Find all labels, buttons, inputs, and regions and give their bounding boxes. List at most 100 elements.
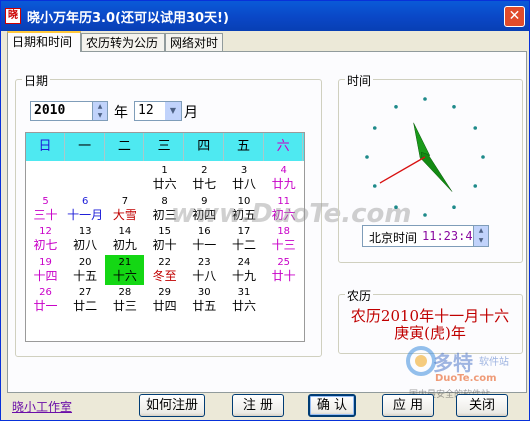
tab-network-sync[interactable]: 网络对时: [165, 33, 223, 51]
day-number: 19: [39, 256, 52, 268]
calendar-day[interactable]: 26 廿一: [26, 285, 65, 315]
clock-tick: [394, 104, 398, 109]
clock-tick: [394, 205, 398, 210]
calendar-day[interactable]: 13 初八: [66, 224, 105, 254]
weekday-header: 日一二三四五六: [26, 133, 304, 161]
calendar-day[interactable]: 27 廿二: [66, 285, 105, 315]
apply-button[interactable]: 应 用: [382, 394, 434, 417]
clock-second-hand: [379, 156, 426, 184]
lunar-day: 大雪: [112, 207, 137, 222]
day-number: 30: [197, 287, 211, 298]
lunar-day: 三十: [33, 207, 58, 222]
calendar-day[interactable]: 4 廿九: [264, 163, 303, 193]
calendar-day[interactable]: 21 十六: [105, 254, 145, 285]
calendar-day[interactable]: 5 三十: [26, 194, 65, 224]
time-value: 11:23:40: [422, 229, 480, 243]
lunar-group-label: 农历: [345, 287, 374, 304]
calendar-day[interactable]: 14 初九: [105, 224, 144, 254]
day-number: 22: [158, 256, 171, 268]
calendar-day[interactable]: 2 廿七: [185, 163, 224, 193]
lunar-day: 十一: [192, 238, 217, 252]
day-number: 2: [201, 165, 208, 176]
calendar-day[interactable]: 20 十五: [66, 255, 105, 285]
clock-tick: [372, 126, 377, 130]
lunar-day: 十五: [73, 268, 98, 283]
analog-clock: [365, 97, 485, 217]
lunar-day: 廿五: [192, 299, 217, 313]
studio-link[interactable]: 晓小工作室: [12, 398, 72, 415]
weekday-2: 二: [105, 133, 145, 161]
lunar-year-line: 庚寅(虎)年: [394, 324, 466, 342]
clock-tick: [481, 155, 485, 159]
calendar-day[interactable]: 1 廿六: [145, 163, 184, 193]
calendar-grid: 日一二三四五六 1 廿六 2 廿七 3 廿八 4 廿九 5 三十 6 十一月 7 大雪 8 初三 9 初四 10 初五…: [25, 132, 305, 342]
lunar-day: 初七: [33, 238, 58, 252]
calendar-day[interactable]: 6 十一月: [66, 194, 105, 224]
how-to-register-button[interactable]: 如何注册: [139, 394, 205, 417]
lunar-day: 廿十: [271, 268, 296, 283]
time-label: 北京时间: [369, 231, 418, 245]
lunar-day: 十九: [231, 268, 256, 283]
time-down-icon[interactable]: ▼: [473, 236, 488, 246]
year-up-icon[interactable]: ▲: [92, 102, 107, 111]
clock-tick: [372, 184, 377, 188]
day-number: 24: [237, 256, 251, 268]
calendar-day[interactable]: 23 十八: [185, 255, 224, 285]
app-window: 晓 晓小万年历3.0(还可以试用30天!) ✕ 日期和时间 农历转为公历 网络对…: [0, 0, 530, 421]
calendar-day[interactable]: 25 廿十: [264, 255, 303, 285]
lunar-day: 廿一: [33, 299, 58, 313]
calendar-day[interactable]: 7 大雪: [105, 194, 144, 224]
lunar-day: 廿六: [231, 299, 256, 313]
day-number: 26: [39, 287, 52, 298]
clock-tick: [365, 155, 369, 159]
lunar-day: 廿四: [152, 299, 177, 313]
lunar-day: 十二: [231, 238, 256, 252]
window-title: 晓小万年历3.0(还可以试用30天!): [27, 11, 229, 26]
ok-button[interactable]: 确 认: [308, 394, 356, 417]
tab-lunar-to-solar[interactable]: 农历转为公历: [81, 33, 165, 51]
day-number: 23: [197, 256, 211, 268]
calendar-day[interactable]: 31 廿六: [225, 285, 264, 315]
register-button[interactable]: 注 册: [232, 394, 284, 417]
day-number: 21: [118, 256, 132, 268]
lunar-day: 初八: [73, 238, 98, 252]
tab-date-time[interactable]: 日期和时间: [7, 31, 81, 52]
time-spinner[interactable]: 北京时间 11:23:40 ▲ ▼: [362, 225, 489, 247]
clock-minute-hand: [421, 151, 453, 192]
time-up-icon[interactable]: ▲: [473, 226, 488, 236]
calendar-day[interactable]: 22 冬至: [145, 255, 184, 285]
calendar-day[interactable]: 3 廿八: [225, 163, 264, 193]
day-number: 31: [237, 287, 251, 298]
calendar-day[interactable]: 24 十九: [225, 255, 264, 285]
lunar-day: 廿三: [112, 299, 137, 313]
clock-tick: [473, 126, 478, 130]
clock-tick: [452, 205, 456, 210]
day-number: 14: [118, 226, 132, 237]
day-number: 7: [121, 195, 129, 207]
month-select[interactable]: 12 ▼: [134, 101, 182, 121]
weekday-3: 三: [145, 133, 185, 161]
year-spinner[interactable]: 2010 ▲ ▼: [30, 101, 108, 121]
year-value: 2010: [34, 103, 66, 118]
lunar-day: 冬至: [152, 268, 177, 283]
lunar-day: 廿二: [73, 299, 98, 313]
calendar-day[interactable]: 29 廿四: [145, 285, 184, 315]
year-down-icon[interactable]: ▼: [92, 111, 107, 120]
lunar-day: 十四: [33, 268, 58, 283]
calendar-day[interactable]: 12 初七: [26, 224, 65, 254]
calendar-day[interactable]: 30 廿五: [185, 285, 224, 315]
calendar-day[interactable]: 19 十四: [26, 255, 65, 285]
close-button[interactable]: 关闭: [456, 394, 508, 417]
year-unit-label: 年: [114, 105, 128, 121]
calendar-day[interactable]: 28 廿三: [105, 285, 144, 315]
day-number: 27: [78, 287, 92, 298]
title-bar[interactable]: 晓 晓小万年历3.0(还可以试用30天!) ✕: [1, 1, 529, 31]
clock-tick: [423, 213, 427, 217]
lunar-day: 廿七: [192, 177, 217, 191]
day-number: 3: [240, 165, 248, 176]
lunar-day: 廿九: [271, 177, 296, 191]
day-number: 20: [78, 256, 92, 268]
lunar-day: 廿八: [231, 177, 256, 191]
close-window-button[interactable]: ✕: [504, 6, 525, 27]
chevron-down-icon[interactable]: ▼: [165, 102, 181, 120]
